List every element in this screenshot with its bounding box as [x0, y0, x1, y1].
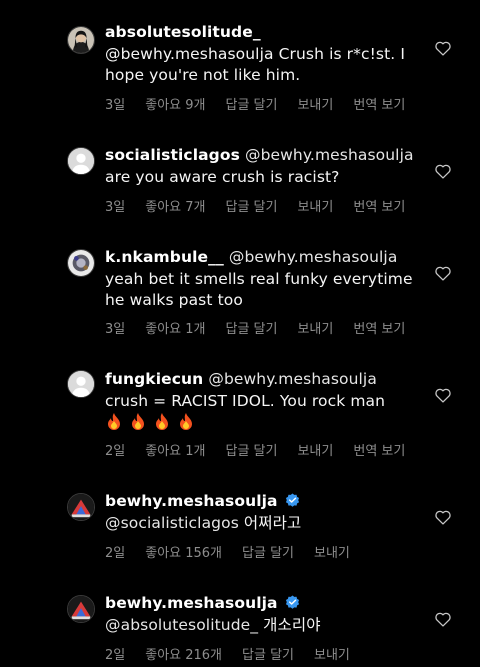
comment-text: absolutesolitude_ @bewhy.meshasoulja Cru… — [105, 22, 423, 87]
comment-mention[interactable]: @bewhy.meshasoulja — [245, 146, 414, 164]
translate-button[interactable]: 번역 보기 — [353, 322, 405, 337]
likes-count-button[interactable]: 좋아요 1개 — [145, 444, 205, 459]
fire-emoji — [132, 413, 144, 430]
comment-mention[interactable]: @absolutesolitude_ — [105, 616, 258, 634]
reply-button[interactable]: 답글 달기 — [242, 546, 294, 561]
comment-meta: 2일 좋아요 1개 답글 달기 보내기 번역 보기 — [105, 440, 425, 459]
comment-age: 2일 — [105, 444, 126, 459]
comment-text: k.nkambule__ @bewhy.meshasoulja yeah bet… — [105, 247, 423, 312]
send-button[interactable]: 보내기 — [297, 200, 333, 215]
comment-line: are you aware crush is racist? — [105, 167, 340, 186]
avatar[interactable] — [67, 26, 95, 54]
comment-username[interactable]: fungkiecun — [105, 370, 203, 388]
comment-age: 3일 — [105, 322, 126, 337]
send-button[interactable]: 보내기 — [297, 322, 333, 337]
reply-button[interactable]: 답글 달기 — [242, 648, 294, 663]
reply-button[interactable]: 답글 달기 — [225, 322, 277, 337]
heart-outline-icon[interactable] — [434, 611, 452, 627]
comment-username[interactable]: socialisticlagos — [105, 146, 240, 164]
comment-mention[interactable]: @bewhy.meshasoulja — [229, 248, 398, 266]
comment-line: hope you're not like him. — [105, 66, 301, 84]
avatar[interactable] — [67, 370, 95, 398]
comment-meta: 3일 좋아요 9개 답글 달기 보내기 번역 보기 — [105, 94, 425, 113]
comment-username[interactable]: k.nkambule__ — [105, 248, 224, 266]
comment-username[interactable]: bewhy.meshasoulja — [105, 492, 278, 510]
fire-emoji-row — [105, 412, 201, 434]
comment-meta: 2일 좋아요 156개 답글 달기 보내기 — [105, 542, 370, 561]
avatar[interactable] — [67, 595, 95, 623]
send-button[interactable]: 보내기 — [297, 98, 333, 113]
fire-emoji — [108, 413, 120, 430]
comment-line: crush = RACIST IDOL. You rock man — [105, 391, 386, 410]
heart-outline-icon[interactable] — [434, 387, 452, 403]
comment-line: yeah bet it smells real funky everytime — [105, 269, 413, 288]
comment-username[interactable]: absolutesolitude_ — [105, 23, 261, 41]
likes-count-button[interactable]: 좋아요 7개 — [145, 200, 205, 215]
comment-text: socialisticlagos @bewhy.meshasoulja are … — [105, 145, 423, 188]
likes-count-button[interactable]: 좋아요 156개 — [145, 546, 222, 561]
comment-age: 3일 — [105, 200, 126, 215]
comment-text: bewhy.meshasoulja @socialisticlagos 어쩌라고 — [105, 491, 423, 534]
comment-age: 3일 — [105, 98, 126, 113]
translate-button[interactable]: 번역 보기 — [353, 98, 405, 113]
reply-button[interactable]: 답글 달기 — [225, 444, 277, 459]
send-button[interactable]: 보내기 — [297, 444, 333, 459]
comment-age: 2일 — [105, 546, 126, 561]
avatar[interactable] — [67, 249, 95, 277]
reply-button[interactable]: 답글 달기 — [225, 200, 277, 215]
translate-button[interactable]: 번역 보기 — [353, 200, 405, 215]
comment-line: he walks past too — [105, 291, 243, 309]
comment-mention[interactable]: @bewhy.meshasoulja — [208, 370, 377, 388]
fire-emoji — [180, 413, 192, 430]
comment-meta: 3일 좋아요 7개 답글 달기 보내기 번역 보기 — [105, 196, 425, 215]
send-button[interactable]: 보내기 — [314, 648, 350, 663]
likes-count-button[interactable]: 좋아요 1개 — [145, 322, 205, 337]
comment-text: fungkiecun @bewhy.meshasoulja crush = RA… — [105, 369, 423, 436]
avatar[interactable] — [67, 147, 95, 175]
heart-outline-icon[interactable] — [434, 265, 452, 281]
verified-badge-icon — [285, 595, 299, 609]
comment-username[interactable]: bewhy.meshasoulja — [105, 594, 278, 612]
heart-outline-icon[interactable] — [434, 40, 452, 56]
comment-text: bewhy.meshasoulja @absolutesolitude_ 개소리… — [105, 593, 423, 636]
likes-count-button[interactable]: 좋아요 216개 — [145, 648, 222, 663]
reply-button[interactable]: 답글 달기 — [225, 98, 277, 113]
fire-emoji — [156, 413, 168, 430]
comment-meta: 2일 좋아요 216개 답글 달기 보내기 — [105, 644, 370, 663]
verified-badge-icon — [285, 493, 299, 507]
comment-meta: 3일 좋아요 1개 답글 달기 보내기 번역 보기 — [105, 318, 425, 337]
translate-button[interactable]: 번역 보기 — [353, 444, 405, 459]
send-button[interactable]: 보내기 — [314, 546, 350, 561]
comment-mention[interactable]: @socialisticlagos — [105, 514, 239, 532]
heart-outline-icon[interactable] — [434, 163, 452, 179]
heart-outline-icon[interactable] — [434, 509, 452, 525]
likes-count-button[interactable]: 좋아요 9개 — [145, 98, 205, 113]
comment-age: 2일 — [105, 648, 126, 663]
comment-line: 개소리야 — [263, 615, 321, 634]
comment-line: 어쩌라고 — [243, 513, 302, 532]
avatar[interactable] — [67, 493, 95, 521]
comment-line: @bewhy.meshasoulja Crush is r*c!st. I — [105, 44, 406, 63]
